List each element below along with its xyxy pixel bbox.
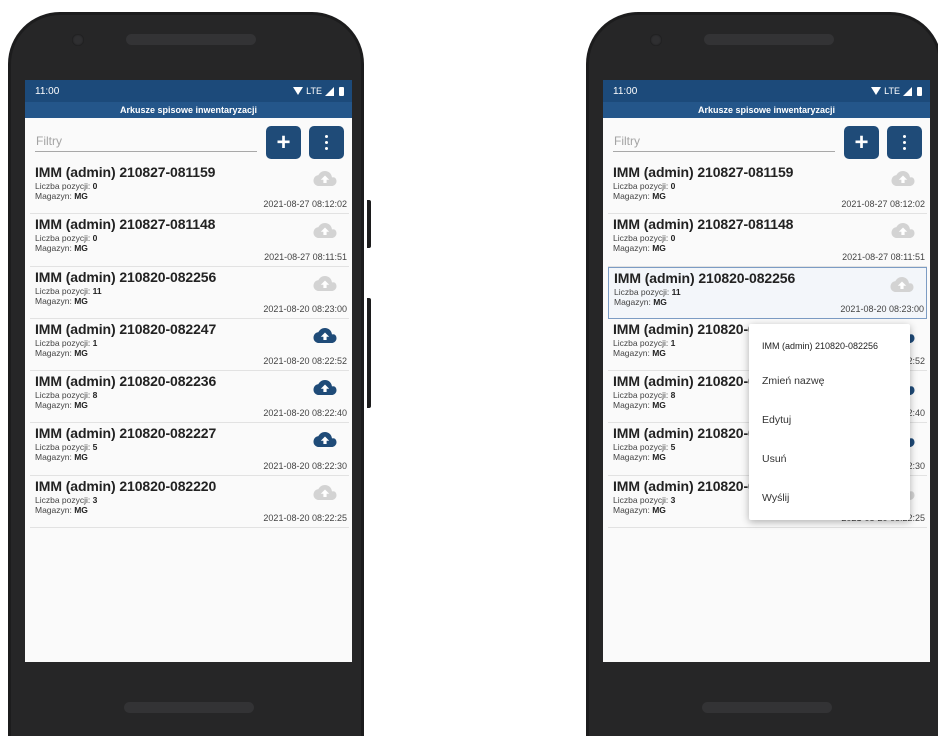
app-title: Arkusze spisowe inwentaryzacji	[603, 102, 930, 118]
menu-item-delete[interactable]: Usuń	[749, 440, 910, 479]
wifi-icon	[871, 87, 882, 95]
item-count: Liczba pozycji: 0	[613, 181, 676, 191]
item-date: 2021-08-20 08:22:40	[263, 408, 347, 419]
item-count: Liczba pozycji: 3	[35, 494, 98, 505]
toolbar: +	[25, 118, 352, 162]
add-button[interactable]: +	[266, 126, 301, 159]
camera-icon	[650, 34, 662, 46]
item-count: Liczba pozycji: 11	[614, 286, 681, 297]
cloud-upload-icon[interactable]	[313, 275, 337, 291]
battery-icon	[339, 86, 344, 96]
cloud-upload-icon[interactable]	[313, 379, 337, 396]
signal-icon	[903, 86, 912, 96]
item-date: 2021-08-27 08:11:51	[842, 251, 925, 262]
filter-input[interactable]	[35, 130, 257, 152]
item-title: IMM (admin) 210820-082247	[35, 320, 217, 337]
item-count: Liczba pozycji: 1	[35, 337, 98, 348]
menu-item-edit[interactable]: Edytuj	[749, 401, 910, 440]
status-time: 11:00	[35, 85, 60, 97]
item-title: IMM (admin) 210827-081159	[35, 164, 216, 180]
cloud-upload-icon[interactable]	[890, 276, 914, 292]
item-title: IMM (admin) 210820-082236	[35, 373, 217, 390]
item-count: Liczba pozycji: 8	[35, 390, 98, 401]
power-button	[367, 200, 371, 248]
cloud-upload-icon[interactable]	[313, 484, 337, 500]
wifi-icon	[293, 87, 304, 95]
item-date: 2021-08-27 08:12:02	[263, 199, 347, 210]
status-bar: 11:00 LTE	[25, 80, 352, 102]
network-type: LTE	[306, 86, 322, 96]
list-item[interactable]: IMM (admin) 210820-082256 Liczba pozycji:…	[608, 266, 927, 319]
item-title: IMM (admin) 210820-082220	[35, 477, 217, 494]
more-vert-icon	[325, 135, 328, 138]
list-item[interactable]: IMM (admin) 210820-082227 Liczba pozycji:…	[30, 423, 349, 476]
item-count: Liczba pozycji: 0	[35, 233, 98, 244]
item-date: 2021-08-20 08:22:52	[263, 356, 347, 367]
item-date: 2021-08-20 08:22:25	[263, 513, 347, 524]
item-title: IMM (admin) 210827-081159	[613, 164, 794, 180]
cloud-upload-icon[interactable]	[313, 327, 337, 343]
add-button[interactable]: +	[844, 126, 879, 159]
list-item[interactable]: IMM (admin) 210827-081159 Liczba pozycji:…	[608, 162, 927, 215]
phone-frame-right: 11:00 LTE Arkusze spisowe inwentaryzacji…	[586, 12, 938, 736]
signal-icon	[325, 86, 334, 96]
bottom-speaker-grille	[124, 702, 254, 713]
phone-frame-left: 11:00 LTE Arkusze spisowe inwentaryzacji…	[8, 12, 364, 736]
item-count: Liczba pozycji: 0	[35, 181, 98, 191]
cloud-upload-icon[interactable]	[313, 431, 337, 448]
list-item[interactable]: IMM (admin) 210820-082220 Liczba pozycji:…	[30, 476, 349, 529]
cloud-upload-icon[interactable]	[313, 170, 337, 186]
screen-right: 11:00 LTE Arkusze spisowe inwentaryzacji…	[603, 80, 930, 662]
list-item[interactable]: IMM (admin) 210827-081148 Liczba pozycji:…	[30, 214, 349, 267]
filter-input[interactable]	[613, 130, 835, 152]
item-count: Liczba pozycji: 5	[35, 442, 98, 453]
list-item[interactable]: IMM (admin) 210820-082247 Liczba pozycji:…	[30, 319, 349, 372]
camera-icon	[72, 34, 84, 46]
item-count: Liczba pozycji: 11	[35, 285, 102, 296]
list-item[interactable]: IMM (admin) 210820-082236 Liczba pozycji:…	[30, 371, 349, 424]
menu-item-rename[interactable]: Zmień nazwę	[749, 362, 910, 401]
item-date: 2021-08-20 08:23:00	[840, 303, 924, 314]
context-menu: IMM (admin) 210820-082256 Zmień nazwę Ed…	[749, 324, 910, 520]
speaker-grille	[126, 34, 256, 45]
list-item[interactable]: IMM (admin) 210827-081148 Liczba pozycji:…	[608, 214, 927, 267]
battery-icon	[917, 86, 922, 96]
item-title: IMM (admin) 210827-081148	[35, 216, 216, 233]
menu-item-send[interactable]: Wyślij	[749, 479, 910, 518]
list-item[interactable]: IMM (admin) 210827-081159 Liczba pozycji:…	[30, 162, 349, 215]
item-date: 2021-08-27 08:11:51	[264, 251, 347, 262]
cloud-upload-icon[interactable]	[891, 170, 915, 186]
item-title: IMM (admin) 210820-082256	[614, 269, 796, 286]
more-vert-icon	[903, 135, 906, 138]
item-title: IMM (admin) 210827-081148	[613, 216, 794, 233]
sheet-list: IMM (admin) 210827-081159 Liczba pozycji:…	[25, 162, 352, 529]
toolbar: +	[603, 118, 930, 162]
item-date: 2021-08-20 08:22:30	[263, 460, 347, 471]
screen-left: 11:00 LTE Arkusze spisowe inwentaryzacji…	[25, 80, 352, 662]
context-menu-header: IMM (admin) 210820-082256	[762, 341, 879, 351]
network-type: LTE	[884, 86, 900, 96]
more-options-button[interactable]	[887, 126, 922, 159]
cloud-upload-icon[interactable]	[313, 222, 337, 239]
item-title: IMM (admin) 210820-082227	[35, 425, 217, 442]
more-options-button[interactable]	[309, 126, 344, 159]
item-count: Liczba pozycji: 0	[613, 233, 676, 244]
volume-button	[367, 298, 371, 408]
list-item[interactable]: IMM (admin) 210820-082256 Liczba pozycji:…	[30, 267, 349, 319]
speaker-grille	[704, 34, 834, 45]
app-title: Arkusze spisowe inwentaryzacji	[25, 102, 352, 118]
item-title: IMM (admin) 210820-082256	[35, 268, 217, 285]
cloud-upload-icon[interactable]	[891, 222, 915, 239]
item-date: 2021-08-27 08:12:02	[841, 199, 925, 210]
item-date: 2021-08-20 08:23:00	[263, 303, 347, 314]
status-time: 11:00	[613, 85, 638, 97]
status-bar: 11:00 LTE	[603, 80, 930, 102]
bottom-speaker-grille	[702, 702, 832, 713]
